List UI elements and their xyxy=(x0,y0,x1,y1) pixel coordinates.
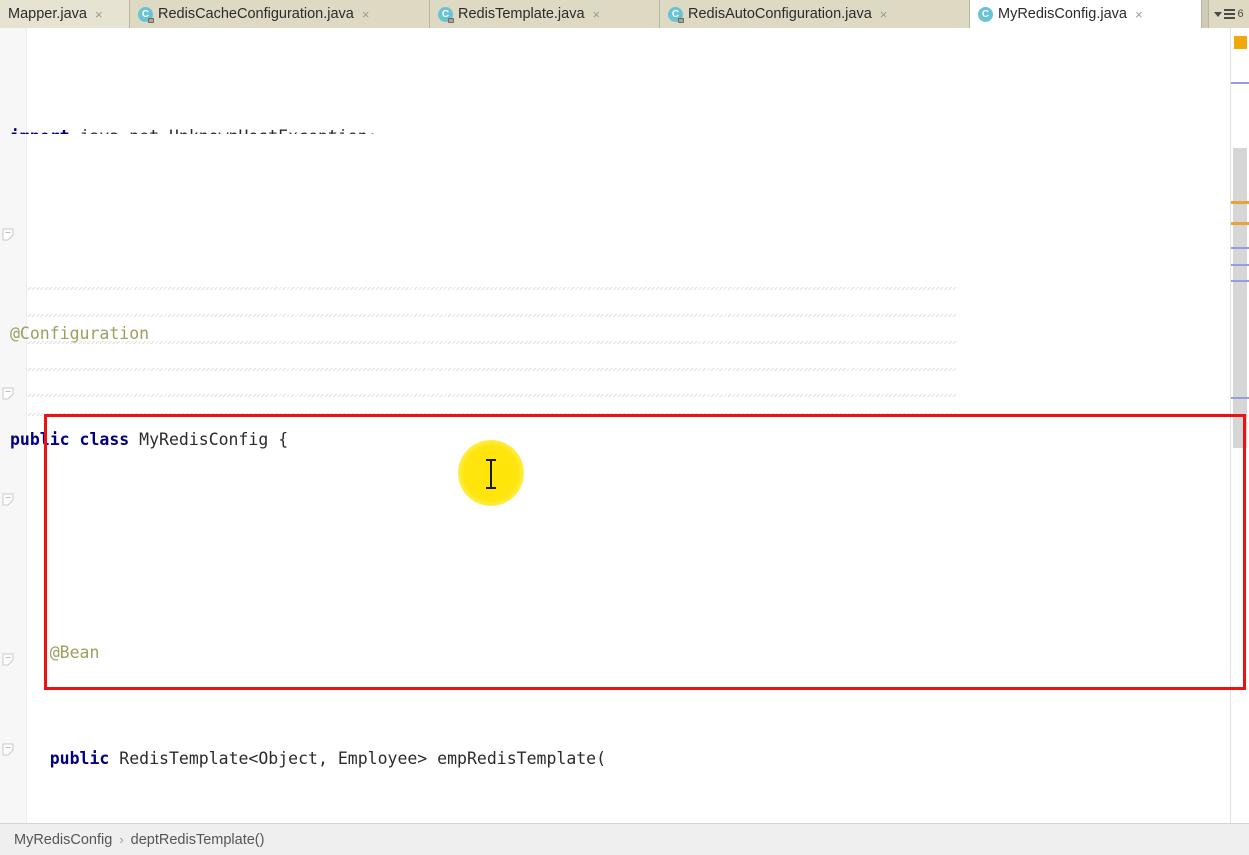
code-line-import[interactable]: import java.net.UnknownHostException; xyxy=(0,124,1249,134)
vertical-scrollbar-thumb[interactable] xyxy=(1233,148,1247,448)
tab-overflow-count: 6 xyxy=(1237,8,1244,20)
editor-tab-label: MyRedisConfig.java xyxy=(998,6,1127,22)
java-class-locked-icon: C xyxy=(438,6,454,23)
usage-marker[interactable] xyxy=(1231,247,1249,249)
java-class-locked-icon: C xyxy=(668,6,684,23)
editor-tab-redis-auto-configuration[interactable]: C RedisAutoConfiguration.java × xyxy=(660,0,970,28)
inspection-squiggle xyxy=(26,287,956,290)
java-class-locked-icon: C xyxy=(138,6,154,23)
code-line-annotation-bean[interactable]: @Bean xyxy=(0,640,1249,667)
usage-marker[interactable] xyxy=(1231,264,1249,266)
inspection-squiggle xyxy=(26,413,956,416)
editor-tab-label: Mapper.java xyxy=(8,6,87,22)
ide-editor-window: Mapper.java × C RedisCacheConfiguration.… xyxy=(0,0,1249,855)
inspection-squiggle xyxy=(26,341,956,344)
tab-list-icon xyxy=(1224,9,1236,19)
breadcrumb-item-class[interactable]: MyRedisConfig xyxy=(14,832,112,848)
editor-tab-mapper[interactable]: Mapper.java × xyxy=(0,0,130,28)
editor-tab-label: RedisCacheConfiguration.java xyxy=(158,6,354,22)
usage-marker[interactable] xyxy=(1231,397,1249,399)
breadcrumb-item-method[interactable]: deptRedisTemplate() xyxy=(131,832,265,848)
editor-tab-bar: Mapper.java × C RedisCacheConfiguration.… xyxy=(0,0,1249,28)
code-line-emp-redis-template-signature[interactable]: public RedisTemplate<Object, Employee> e… xyxy=(0,746,1249,773)
java-class-icon: C xyxy=(978,6,993,22)
warning-marker[interactable] xyxy=(1234,36,1247,49)
breadcrumb: MyRedisConfig › deptRedisTemplate() xyxy=(0,823,1249,855)
code-line-class-declaration[interactable]: public class MyRedisConfig { xyxy=(0,427,1249,454)
close-icon[interactable]: × xyxy=(1135,8,1143,21)
block-marker[interactable] xyxy=(1231,201,1249,204)
usage-marker[interactable] xyxy=(1231,82,1249,84)
code-line-blank[interactable] xyxy=(0,533,1249,560)
close-icon[interactable]: × xyxy=(593,8,601,21)
inspection-squiggle xyxy=(26,314,956,317)
inspection-squiggle xyxy=(26,394,956,397)
usage-marker[interactable] xyxy=(1231,280,1249,282)
chevron-down-icon xyxy=(1214,11,1223,17)
editor-tab-redis-cache-configuration[interactable]: C RedisCacheConfiguration.java × xyxy=(130,0,430,28)
editor-tab-label: RedisAutoConfiguration.java xyxy=(688,6,872,22)
editor-tab-my-redis-config[interactable]: C MyRedisConfig.java × xyxy=(970,0,1202,28)
code-line-blank[interactable] xyxy=(0,214,1249,241)
editor-tab-redis-template[interactable]: C RedisTemplate.java × xyxy=(430,0,660,28)
close-icon[interactable]: × xyxy=(362,8,370,21)
inspection-squiggle xyxy=(26,368,956,371)
tab-overflow-button[interactable]: 6 xyxy=(1208,0,1249,28)
block-marker[interactable] xyxy=(1231,222,1249,225)
editor-tab-label: RedisTemplate.java xyxy=(458,6,585,22)
close-icon[interactable]: × xyxy=(880,8,888,21)
code-editor-area[interactable]: import java.net.UnknownHostException; @C… xyxy=(0,28,1249,823)
breadcrumb-separator-icon: › xyxy=(119,832,124,847)
code-text[interactable]: import java.net.UnknownHostException; @C… xyxy=(0,28,1249,823)
editor-scrollbar-marker-bar[interactable] xyxy=(1230,28,1249,823)
close-icon[interactable]: × xyxy=(95,8,103,21)
